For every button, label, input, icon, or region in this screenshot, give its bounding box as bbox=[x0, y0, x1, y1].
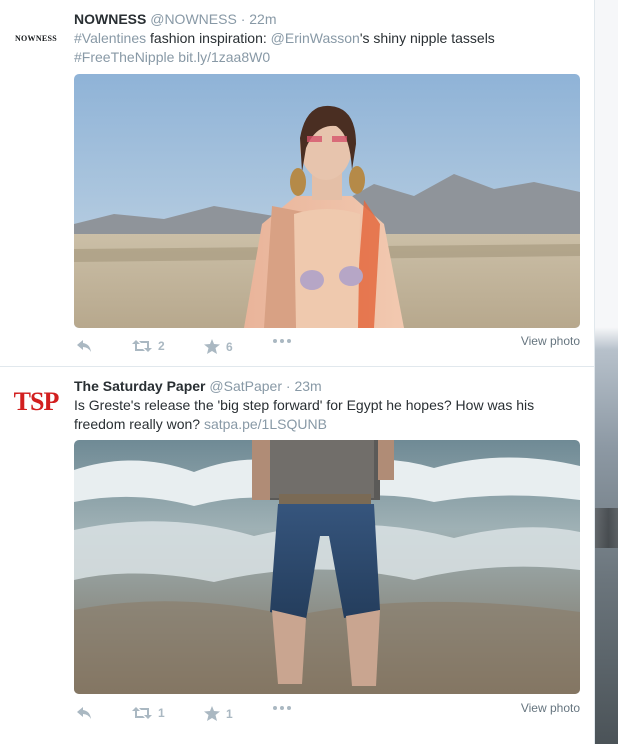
reply-button[interactable] bbox=[76, 706, 92, 720]
tweet-actions: 2 6 View photo bbox=[74, 334, 580, 359]
username[interactable]: @SatPaper bbox=[209, 378, 282, 394]
tweet-header: The Saturday Paper @SatPaper · 23m bbox=[74, 377, 579, 395]
retweet-count: 2 bbox=[158, 339, 165, 353]
favorite-star-icon bbox=[204, 706, 220, 721]
tweet-photo[interactable] bbox=[74, 74, 580, 328]
timestamp[interactable]: 22m bbox=[249, 11, 276, 27]
tweet-actions: 1 1 View photo bbox=[74, 701, 580, 726]
desert-portrait-image bbox=[74, 74, 580, 328]
hashtag-link[interactable]: #Valentines bbox=[74, 30, 146, 46]
favorite-button[interactable]: 6 bbox=[204, 339, 233, 354]
fullname[interactable]: The Saturday Paper bbox=[74, 378, 206, 394]
timeline: NOWNESS NOWNESS @NOWNESS · 22m #Valentin… bbox=[0, 0, 595, 744]
more-icon bbox=[273, 339, 291, 343]
separator-dot: · bbox=[285, 378, 291, 394]
tweet-text-part: fashion inspiration: bbox=[146, 30, 271, 46]
retweet-icon bbox=[132, 707, 152, 719]
username[interactable]: @NOWNESS bbox=[150, 11, 237, 27]
tweet-saturday-paper[interactable]: TSP The Saturday Paper @SatPaper · 23m I… bbox=[0, 367, 594, 744]
background-right-edge bbox=[594, 0, 618, 744]
view-photo-link[interactable]: View photo bbox=[521, 334, 580, 348]
avatar[interactable]: TSP bbox=[12, 387, 60, 417]
tweet-text: #Valentines fashion inspiration: @ErinWa… bbox=[74, 29, 579, 67]
fullname[interactable]: NOWNESS bbox=[74, 11, 146, 27]
hashtag-link[interactable]: #FreeTheNipple bbox=[74, 49, 174, 65]
tweet-text: Is Greste's release the 'big step forwar… bbox=[74, 396, 579, 434]
more-icon bbox=[273, 706, 291, 710]
favorite-count: 1 bbox=[226, 706, 233, 721]
tweet-text-part: 's shiny nipple tassels bbox=[359, 30, 495, 46]
url-link[interactable]: satpa.pe/1LSQUNB bbox=[204, 416, 327, 432]
tweet-content: The Saturday Paper @SatPaper · 23m Is Gr… bbox=[74, 377, 579, 434]
separator-dot: · bbox=[240, 11, 246, 27]
tweet-header: NOWNESS @NOWNESS · 22m bbox=[74, 10, 579, 28]
retweet-button[interactable]: 1 bbox=[132, 706, 165, 720]
timestamp[interactable]: 23m bbox=[294, 378, 321, 394]
favorite-count: 6 bbox=[226, 339, 233, 354]
more-button[interactable] bbox=[273, 339, 291, 343]
retweet-count: 1 bbox=[158, 706, 165, 720]
ocean-portrait-image bbox=[74, 440, 580, 694]
more-button[interactable] bbox=[273, 706, 291, 710]
avatar[interactable]: NOWNESS bbox=[12, 34, 60, 43]
view-photo-link[interactable]: View photo bbox=[521, 701, 580, 715]
reply-button[interactable] bbox=[76, 339, 92, 353]
retweet-icon bbox=[132, 340, 152, 352]
tweet-nowness[interactable]: NOWNESS NOWNESS @NOWNESS · 22m #Valentin… bbox=[0, 0, 594, 367]
favorite-star-icon bbox=[204, 339, 220, 354]
reply-icon bbox=[77, 707, 91, 719]
favorite-button[interactable]: 1 bbox=[204, 706, 233, 721]
mention-link[interactable]: @ErinWasson bbox=[271, 30, 360, 46]
tweet-photo[interactable] bbox=[74, 440, 580, 694]
retweet-button[interactable]: 2 bbox=[132, 339, 165, 353]
reply-icon bbox=[77, 340, 91, 352]
url-link[interactable]: bit.ly/1zaa8W0 bbox=[178, 49, 270, 65]
tweet-content: NOWNESS @NOWNESS · 22m #Valentines fashi… bbox=[74, 10, 579, 67]
